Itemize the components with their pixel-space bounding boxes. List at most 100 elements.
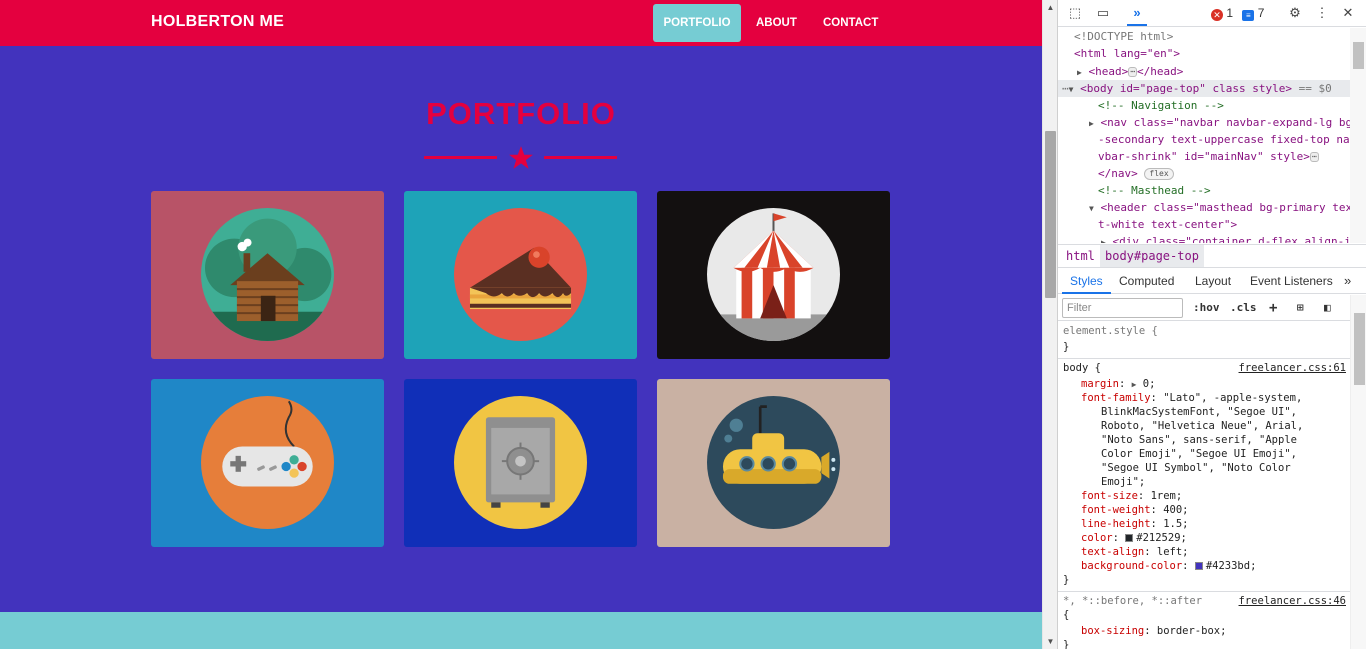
node-header-cont: t-white text-center"> (1098, 218, 1238, 231)
tab-event-listeners[interactable]: Event Listeners (1250, 268, 1333, 294)
heading-divider (424, 146, 618, 170)
node-nav-cont-2: vbar-shrink" id="mainNav" style> ⋯ (1098, 150, 1319, 163)
breadcrumb-body[interactable]: body#page-top (1100, 245, 1204, 267)
decl-font-family-cont: "Segoe UI Symbol", "Noto Color (1101, 462, 1291, 474)
body-rule-selector[interactable]: body {freelancer.css:61 (1063, 361, 1348, 375)
node-head[interactable]: ▶ <head> ⋯ </head> (1077, 63, 1183, 80)
message-count: 7 (1257, 6, 1265, 20)
tab-layout[interactable]: Layout (1195, 268, 1231, 294)
node-nav[interactable]: ▶ <nav class="navbar navbar-expand-lg bg (1089, 114, 1350, 131)
ellipsis-badge[interactable]: ⋯ (1309, 152, 1319, 162)
page-scrollbar[interactable]: ▲ ▼ (1042, 0, 1057, 649)
tab-styles[interactable]: Styles (1062, 268, 1111, 294)
hover-state-toggle[interactable]: :hov (1193, 299, 1220, 317)
ellipsis-badge[interactable]: ⋯ (1128, 67, 1138, 77)
styles-scroll-thumb[interactable] (1354, 313, 1365, 385)
decl-font-family-cont: Roboto, "Helvetica Neue", Arial, (1101, 420, 1304, 432)
new-rule-plus-icon[interactable]: + (1269, 299, 1277, 317)
expand-triangle-icon[interactable]: ▶ (1101, 238, 1106, 243)
portfolio-item-circus[interactable] (657, 191, 890, 359)
issue-counters[interactable]: ✕ 1 ≡ 7 (1211, 6, 1264, 21)
kebab-menu-icon[interactable]: ⋮ (1312, 4, 1332, 22)
decl-font-size[interactable]: font-size: 1rem; (1081, 489, 1182, 503)
decl-margin[interactable]: margin: ▶ 0; (1081, 377, 1155, 391)
styles-pane: element.style { } body {freelancer.css:6… (1058, 321, 1350, 649)
elements-tree[interactable]: <!DOCTYPE html> <html lang="en"> ▶ <head… (1058, 28, 1350, 243)
log-cabin-icon (201, 208, 334, 341)
submarine-icon (707, 396, 840, 529)
decl-font-family-cont: Color Emoji", "Segoe UI Emoji", (1101, 448, 1297, 460)
more-tabs-icon[interactable]: » (1127, 4, 1147, 26)
decl-font-weight[interactable]: font-weight: 400; (1081, 503, 1189, 517)
more-tabs-chevron-icon[interactable]: » (1344, 268, 1351, 294)
flex-badge[interactable]: flex (1144, 168, 1174, 180)
element-style-rule[interactable]: element.style { (1063, 324, 1158, 338)
inspect-icon[interactable]: ⬚ (1065, 4, 1085, 22)
breadcrumb-html[interactable]: html (1066, 249, 1095, 263)
sidebar-tabs: Styles Computed Layout Event Listeners » (1058, 268, 1366, 294)
nav-link-about[interactable]: ABOUT (745, 4, 808, 42)
divider-line-right (544, 156, 617, 159)
safe-icon (454, 396, 587, 529)
divider-line-left (424, 156, 497, 159)
navbar: HOLBERTON ME PORTFOLIO ABOUT CONTACT (0, 0, 1042, 46)
navbar-brand[interactable]: HOLBERTON ME (151, 13, 284, 31)
decl-line-height[interactable]: line-height: 1.5; (1081, 517, 1189, 531)
decl-background-color[interactable]: background-color: #4233bd; (1081, 559, 1256, 573)
class-toggle[interactable]: .cls (1230, 299, 1257, 317)
color-swatch[interactable] (1125, 534, 1134, 542)
paint-brush-icon[interactable]: ⊞ (1297, 299, 1304, 317)
node-header[interactable]: ▼ <header class="masthead bg-primary tex (1089, 199, 1350, 216)
decl-text-align[interactable]: text-align: left; (1081, 545, 1188, 559)
styles-filter-input[interactable]: Filter (1062, 298, 1183, 318)
decl-font-family[interactable]: font-family: "Lato", -apple-system, (1081, 391, 1302, 405)
settings-icon[interactable]: ⚙ (1285, 4, 1305, 22)
color-swatch[interactable] (1194, 562, 1203, 570)
error-icon: ✕ (1211, 9, 1223, 21)
decl-color[interactable]: color: #212529; (1081, 531, 1187, 545)
game-controller-icon (201, 396, 334, 529)
decl-box-sizing[interactable]: box-sizing: border-box; (1081, 624, 1226, 638)
scroll-up-arrow-icon[interactable]: ▲ (1043, 0, 1058, 15)
tab-computed[interactable]: Computed (1119, 268, 1174, 294)
node-body[interactable]: ⋯▼ <body id="page-top" class style> == $… (1062, 80, 1332, 97)
portfolio-item-game[interactable] (151, 379, 384, 547)
scroll-down-arrow-icon[interactable]: ▼ (1043, 634, 1058, 649)
node-div-container[interactable]: ▶ <div class="container d-flex align-i (1101, 233, 1350, 243)
portfolio-heading: PORTFOLIO (426, 96, 616, 131)
nav-link-portfolio[interactable]: PORTFOLIO (653, 4, 741, 42)
portfolio-item-submarine[interactable] (657, 379, 890, 547)
devtools-toolbar: ⬚ ▭ » ✕ 1 ≡ 7 ⚙ ⋮ ✕ (1058, 0, 1366, 27)
universal-rule-selector[interactable]: *, *::before, *::after freelancer.css:46 (1063, 594, 1348, 608)
body-rule-source-link[interactable]: freelancer.css:61 (1239, 361, 1346, 375)
node-comment-navigation[interactable]: <!-- Navigation --> (1098, 97, 1224, 114)
node-html[interactable]: <html lang="en"> (1074, 45, 1180, 62)
expand-triangle-icon[interactable]: ▶ (1089, 119, 1094, 128)
universal-rule-open: { (1063, 609, 1070, 621)
universal-rule-source-link[interactable]: freelancer.css:46 (1239, 594, 1346, 608)
portfolio-item-cabin[interactable] (151, 191, 384, 359)
collapse-triangle-icon[interactable]: ▼ (1069, 85, 1074, 94)
decl-font-family-cont: BlinkMacSystemFont, "Segoe UI", (1101, 406, 1297, 418)
collapse-triangle-icon[interactable]: ▼ (1089, 204, 1094, 213)
device-toggle-icon[interactable]: ▭ (1093, 4, 1113, 22)
devtools-panel: ⬚ ▭ » ✕ 1 ≡ 7 ⚙ ⋮ ✕ <!DOCTYPE html> <htm… (1057, 0, 1366, 649)
website-viewport: HOLBERTON ME PORTFOLIO ABOUT CONTACT POR… (0, 0, 1042, 649)
page-scroll-thumb[interactable] (1045, 131, 1056, 298)
about-section-band (0, 612, 1042, 649)
node-doctype[interactable]: <!DOCTYPE html> (1074, 28, 1173, 45)
nav-link-contact[interactable]: CONTACT (812, 4, 889, 42)
elements-scroll-thumb[interactable] (1353, 42, 1364, 69)
elements-scrollbar[interactable] (1350, 28, 1366, 243)
node-nav-close[interactable]: </nav> flex (1098, 165, 1174, 182)
rule-separator (1058, 358, 1350, 359)
node-comment-masthead[interactable]: <!-- Masthead --> (1098, 182, 1211, 199)
cake-icon (454, 208, 587, 341)
styles-scrollbar[interactable] (1350, 295, 1366, 649)
expand-triangle-icon[interactable]: ▶ (1077, 68, 1082, 77)
rule-separator (1058, 591, 1350, 592)
portfolio-item-cake[interactable] (404, 191, 637, 359)
close-icon[interactable]: ✕ (1338, 4, 1358, 22)
sidebar-toggle-icon[interactable]: ◧ (1324, 299, 1331, 317)
portfolio-item-safe[interactable] (404, 379, 637, 547)
